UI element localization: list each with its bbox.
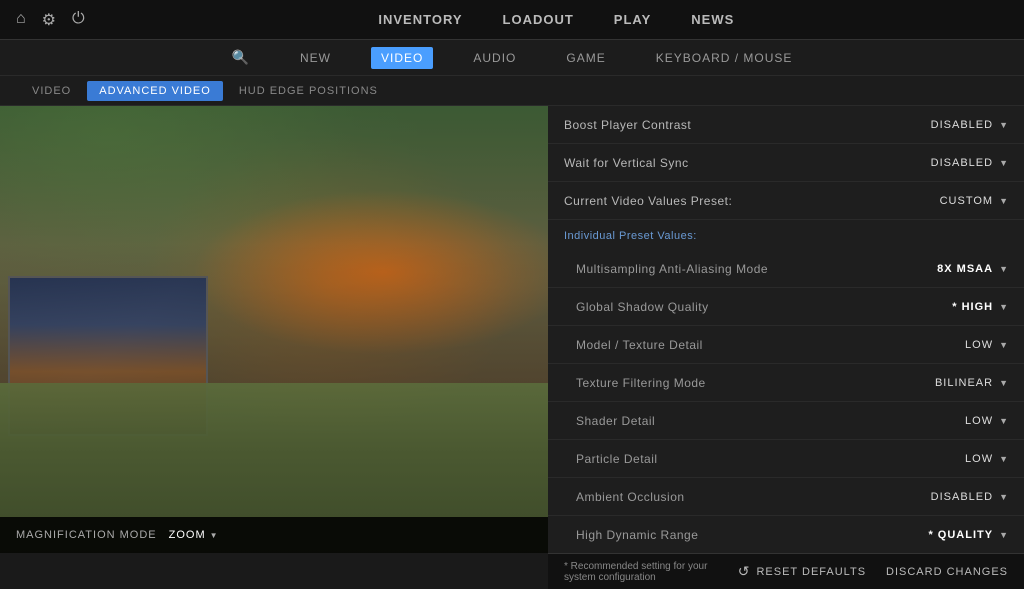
right-panel: Boost Player Contrast DISABLED ▼ Wait fo… xyxy=(548,106,1024,553)
home-icon[interactable]: ⌂ xyxy=(16,10,26,30)
magnification-bar: Magnification Mode ZOOM ▼ xyxy=(0,517,548,553)
subnav-game[interactable]: GAME xyxy=(556,47,615,69)
reset-defaults-label: RESET DEFAULTS xyxy=(756,566,866,578)
sub-navigation: 🔍 NEW VIDEO AUDIO GAME KEYBOARD / MOUSE xyxy=(0,40,1024,76)
top-nav-links: INVENTORY LOADOUT PLAY NEWS xyxy=(105,12,1008,27)
setting-label: Texture Filtering Mode xyxy=(564,376,935,390)
nav-news[interactable]: NEWS xyxy=(691,12,734,27)
preset-header-text: Individual Preset Values: xyxy=(564,230,697,242)
setting-label: Multisampling Anti-Aliasing Mode xyxy=(564,262,937,276)
nav-play[interactable]: PLAY xyxy=(614,12,651,27)
discard-changes-button[interactable]: DISCARD CHANGES xyxy=(886,566,1008,578)
preset-setting-7[interactable]: High Dynamic Range* QUALITY ▼ xyxy=(548,516,1024,553)
chevron-down-icon: ▼ xyxy=(999,416,1008,426)
setting-value-text: LOW xyxy=(965,453,993,465)
preset-setting-4[interactable]: Shader DetailLOW ▼ xyxy=(548,402,1024,440)
preset-setting-6[interactable]: Ambient OcclusionDISABLED ▼ xyxy=(548,478,1024,516)
setting-label: Global Shadow Quality xyxy=(564,300,952,314)
setting-label: Boost Player Contrast xyxy=(564,118,931,132)
chevron-down-icon: ▼ xyxy=(999,492,1008,502)
magnification-value-selector[interactable]: ZOOM ▼ xyxy=(169,529,219,541)
setting-value-text: BILINEAR xyxy=(935,377,993,389)
chevron-down-icon: ▼ xyxy=(999,340,1008,350)
tab-advanced-video[interactable]: ADVANCED VIDEO xyxy=(87,81,223,101)
setting-value-text: * HIGH xyxy=(952,301,993,313)
setting-label: Particle Detail xyxy=(564,452,965,466)
search-icon[interactable]: 🔍 xyxy=(222,45,260,70)
setting-value-selector[interactable]: DISABLED ▼ xyxy=(931,157,1008,169)
chevron-down-icon: ▼ xyxy=(999,158,1008,168)
preset-setting-5[interactable]: Particle DetailLOW ▼ xyxy=(548,440,1024,478)
setting-value-selector[interactable]: CUSTOM ▼ xyxy=(940,195,1008,207)
settings-icon[interactable]: ⚙ xyxy=(42,10,56,30)
setting-value-text: DISABLED xyxy=(931,491,993,503)
preset-setting-1[interactable]: Global Shadow Quality* HIGH ▼ xyxy=(548,288,1024,326)
chevron-down-icon: ▼ xyxy=(999,378,1008,388)
bottom-hint-text: * Recommended setting for your system co… xyxy=(564,561,718,583)
power-icon[interactable]: ⏻ xyxy=(72,10,85,30)
tab-hud-edge[interactable]: HUD EDGE POSITIONS xyxy=(227,81,390,101)
setting-value-text: LOW xyxy=(965,339,993,351)
chevron-down-icon: ▼ xyxy=(999,264,1008,274)
setting-value-selector[interactable]: LOW ▼ xyxy=(965,453,1008,465)
setting-wait-vertical-sync[interactable]: Wait for Vertical Sync DISABLED ▼ xyxy=(548,144,1024,182)
chevron-down-icon: ▼ xyxy=(999,196,1008,206)
nav-loadout[interactable]: LOADOUT xyxy=(503,12,574,27)
setting-label: Model / Texture Detail xyxy=(564,338,965,352)
setting-label: Current Video Values Preset: xyxy=(564,194,940,208)
setting-video-preset[interactable]: Current Video Values Preset: CUSTOM ▼ xyxy=(548,182,1024,220)
nav-inventory[interactable]: INVENTORY xyxy=(378,12,462,27)
setting-value-text: * QUALITY xyxy=(928,529,993,541)
bottom-bar: * Recommended setting for your system co… xyxy=(548,553,1024,589)
setting-value-selector[interactable]: DISABLED ▼ xyxy=(931,119,1008,131)
preset-section-header: Individual Preset Values: xyxy=(548,220,1024,250)
tab-row: VIDEO ADVANCED VIDEO HUD EDGE POSITIONS xyxy=(0,76,1024,106)
subnav-new[interactable]: NEW xyxy=(290,47,341,69)
reset-icon: ↺ xyxy=(738,563,751,580)
setting-value-selector[interactable]: LOW ▼ xyxy=(965,415,1008,427)
subnav-video[interactable]: VIDEO xyxy=(371,47,433,69)
setting-label: Ambient Occlusion xyxy=(564,490,931,504)
setting-value-text: DISABLED xyxy=(931,119,993,131)
setting-label: Wait for Vertical Sync xyxy=(564,156,931,170)
setting-value-text: DISABLED xyxy=(931,157,993,169)
main-content: Magnification Mode ZOOM ▼ Boost Player C… xyxy=(0,106,1024,553)
setting-label: Shader Detail xyxy=(564,414,965,428)
tab-video[interactable]: VIDEO xyxy=(20,81,83,101)
chevron-down-icon: ▼ xyxy=(999,454,1008,464)
chevron-down-icon: ▼ xyxy=(999,302,1008,312)
setting-value-text: CUSTOM xyxy=(940,195,993,207)
magnification-label: Magnification Mode xyxy=(16,529,157,541)
left-panel: Magnification Mode ZOOM ▼ xyxy=(0,106,548,553)
setting-label: High Dynamic Range xyxy=(564,528,928,542)
preset-setting-3[interactable]: Texture Filtering ModeBILINEAR ▼ xyxy=(548,364,1024,402)
setting-value-text: 8X MSAA xyxy=(937,263,993,275)
magnification-value-text: ZOOM xyxy=(169,529,206,541)
setting-value-selector[interactable]: * HIGH ▼ xyxy=(952,301,1008,313)
setting-boost-player-contrast[interactable]: Boost Player Contrast DISABLED ▼ xyxy=(548,106,1024,144)
chevron-down-icon: ▼ xyxy=(999,120,1008,130)
setting-value-selector[interactable]: * QUALITY ▼ xyxy=(928,529,1008,541)
setting-value-selector[interactable]: DISABLED ▼ xyxy=(931,491,1008,503)
chevron-down-icon: ▼ xyxy=(999,530,1008,540)
preset-setting-0[interactable]: Multisampling Anti-Aliasing Mode8X MSAA ▼ xyxy=(548,250,1024,288)
setting-value-selector[interactable]: 8X MSAA ▼ xyxy=(937,263,1008,275)
setting-value-text: LOW xyxy=(965,415,993,427)
subnav-audio[interactable]: AUDIO xyxy=(463,47,526,69)
top-navigation: ⌂ ⚙ ⏻ INVENTORY LOADOUT PLAY NEWS xyxy=(0,0,1024,40)
reset-defaults-button[interactable]: ↺ RESET DEFAULTS xyxy=(738,563,866,580)
top-nav-icons: ⌂ ⚙ ⏻ xyxy=(16,10,85,30)
setting-value-selector[interactable]: LOW ▼ xyxy=(965,339,1008,351)
game-screenshot xyxy=(0,106,548,553)
preset-setting-2[interactable]: Model / Texture DetailLOW ▼ xyxy=(548,326,1024,364)
subnav-keyboard-mouse[interactable]: KEYBOARD / MOUSE xyxy=(646,47,803,69)
magnification-chevron-icon: ▼ xyxy=(210,531,219,540)
setting-value-selector[interactable]: BILINEAR ▼ xyxy=(935,377,1008,389)
discard-changes-label: DISCARD CHANGES xyxy=(886,566,1008,578)
